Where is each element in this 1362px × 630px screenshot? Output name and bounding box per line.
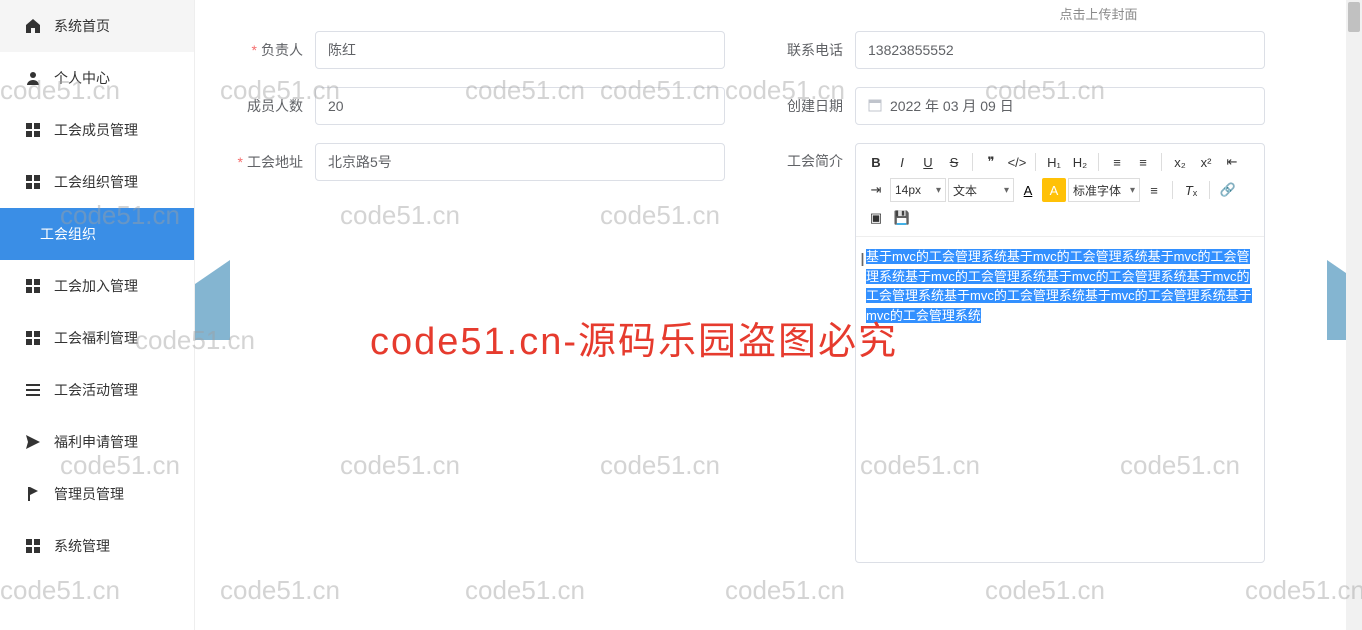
quote-icon[interactable]: ❞ bbox=[979, 150, 1003, 174]
sidebar-item-activity[interactable]: 工会活动管理 bbox=[0, 364, 194, 416]
sidebar-item-label: 管理员管理 bbox=[54, 484, 124, 504]
sidebar-item-label: 工会福利管理 bbox=[54, 328, 138, 348]
fontfamily-select[interactable]: 标准字体 bbox=[1068, 178, 1140, 202]
label-fuzeren: *负责人 bbox=[215, 40, 315, 60]
h1-icon[interactable]: H₁ bbox=[1042, 150, 1066, 174]
sidebar-item-label: 个人中心 bbox=[54, 68, 110, 88]
input-lianxi[interactable] bbox=[855, 31, 1265, 69]
sidebar-item-admin[interactable]: 管理员管理 bbox=[0, 468, 194, 520]
scrollbar-thumb[interactable] bbox=[1348, 2, 1360, 32]
sidebar-item-label: 工会组织管理 bbox=[54, 172, 138, 192]
code-icon[interactable]: </> bbox=[1005, 150, 1029, 174]
label-dizhi: *工会地址 bbox=[215, 152, 315, 172]
label-jianjie: 工会简介 bbox=[755, 143, 855, 171]
clear-icon[interactable]: Tₓ bbox=[1179, 178, 1203, 202]
editor-content[interactable]: I 基于mvc的工会管理系统基于mvc的工会管理系统基于mvc的工会管理系统基于… bbox=[856, 237, 1264, 562]
textstyle-select[interactable]: 文本 bbox=[948, 178, 1014, 202]
sidebar-item-org-mgmt[interactable]: 工会组织管理 bbox=[0, 156, 194, 208]
sidebar-item-home[interactable]: 系统首页 bbox=[0, 0, 194, 52]
input-fuzeren[interactable] bbox=[315, 31, 725, 69]
sidebar-item-profile[interactable]: 个人中心 bbox=[0, 52, 194, 104]
sidebar-item-welfare-apply[interactable]: 福利申请管理 bbox=[0, 416, 194, 468]
fontsize-select[interactable]: 14px bbox=[890, 178, 946, 202]
sub-icon[interactable]: x₂ bbox=[1168, 150, 1192, 174]
align-icon[interactable]: ≡ bbox=[1142, 178, 1166, 202]
text-cursor-icon: I bbox=[860, 247, 865, 274]
save-icon[interactable]: 💾 bbox=[890, 206, 914, 230]
h2-icon[interactable]: H₂ bbox=[1068, 150, 1092, 174]
upload-hint[interactable]: 点击上传封面 bbox=[855, 4, 1342, 23]
label-renshu: 成员人数 bbox=[215, 96, 315, 116]
input-dizhi[interactable] bbox=[315, 143, 725, 181]
sidebar-item-members[interactable]: 工会成员管理 bbox=[0, 104, 194, 156]
flag-icon bbox=[24, 485, 42, 503]
user-icon bbox=[24, 69, 42, 87]
sidebar-item-label: 福利申请管理 bbox=[54, 432, 138, 452]
grid-icon bbox=[24, 537, 42, 555]
label-riqi: 创建日期 bbox=[755, 96, 855, 116]
sidebar-item-label: 工会活动管理 bbox=[54, 380, 138, 400]
grid-icon bbox=[24, 277, 42, 295]
underline-icon[interactable]: U bbox=[916, 150, 940, 174]
main-content: 点击上传封面 *负责人 联系电话 成员人数 创建日期 2022 年 03 月 0… bbox=[195, 0, 1362, 630]
outdent-icon[interactable]: ⇤ bbox=[1220, 150, 1244, 174]
input-riqi[interactable]: 2022 年 03 月 09 日 bbox=[855, 87, 1265, 125]
sup-icon[interactable]: x² bbox=[1194, 150, 1218, 174]
rich-editor: B I U S ❞ </> H₁ H₂ ≡ ≡ x₂ bbox=[855, 143, 1265, 563]
grid-icon bbox=[24, 173, 42, 191]
ul-icon[interactable]: ≡ bbox=[1131, 150, 1155, 174]
sidebar-item-welfare[interactable]: 工会福利管理 bbox=[0, 312, 194, 364]
grid-icon bbox=[24, 329, 42, 347]
italic-icon[interactable]: I bbox=[890, 150, 914, 174]
sidebar: 系统首页 个人中心 工会成员管理 工会组织管理 工会组织 工会加入管理 工会福利… bbox=[0, 0, 195, 630]
fontcolor-icon[interactable]: A bbox=[1016, 178, 1040, 202]
editor-toolbar: B I U S ❞ </> H₁ H₂ ≡ ≡ x₂ bbox=[856, 144, 1264, 237]
sidebar-item-label: 工会成员管理 bbox=[54, 120, 138, 140]
strike-icon[interactable]: S bbox=[942, 150, 966, 174]
list-icon bbox=[24, 381, 42, 399]
sidebar-item-label: 系统首页 bbox=[54, 16, 110, 36]
image-icon[interactable]: ▣ bbox=[864, 206, 888, 230]
link-icon[interactable]: 🔗 bbox=[1216, 178, 1240, 202]
home-icon bbox=[24, 17, 42, 35]
indent-icon[interactable]: ⇥ bbox=[864, 178, 888, 202]
bgcolor-icon[interactable]: A bbox=[1042, 178, 1066, 202]
editor-text: 基于mvc的工会管理系统基于mvc的工会管理系统基于mvc的工会管理系统基于mv… bbox=[866, 249, 1252, 323]
date-value: 2022 年 03 月 09 日 bbox=[890, 96, 1014, 116]
sidebar-item-label: 系统管理 bbox=[54, 536, 110, 556]
send-icon bbox=[24, 433, 42, 451]
calendar-icon bbox=[868, 98, 882, 115]
label-lianxi: 联系电话 bbox=[755, 40, 855, 60]
sidebar-item-system[interactable]: 系统管理 bbox=[0, 520, 194, 572]
sidebar-item-join[interactable]: 工会加入管理 bbox=[0, 260, 194, 312]
scrollbar-track[interactable] bbox=[1346, 0, 1362, 630]
grid-icon bbox=[24, 121, 42, 139]
input-renshu[interactable] bbox=[315, 87, 725, 125]
bold-icon[interactable]: B bbox=[864, 150, 888, 174]
sidebar-item-org[interactable]: 工会组织 bbox=[0, 208, 194, 260]
sidebar-item-label: 工会加入管理 bbox=[54, 276, 138, 296]
sidebar-item-label: 工会组织 bbox=[40, 224, 96, 244]
ol-icon[interactable]: ≡ bbox=[1105, 150, 1129, 174]
